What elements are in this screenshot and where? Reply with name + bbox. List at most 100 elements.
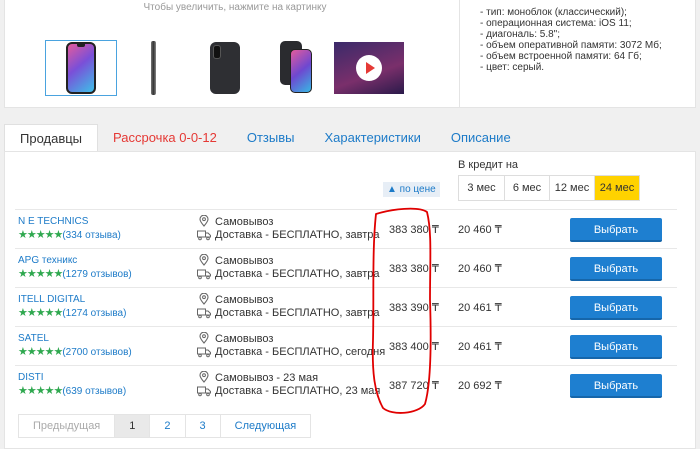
play-icon xyxy=(356,55,382,81)
price: 383 400 ₸ xyxy=(389,341,439,353)
tab-sellers[interactable]: Продавцы xyxy=(4,124,99,152)
seller-row: ITELL DIGITAL ★★★★★(1274 отзыва) Самовыв… xyxy=(15,287,677,326)
seller-rating[interactable]: ★★★★★(1274 отзыва) xyxy=(18,306,126,319)
pickup-info: Самовывоз xyxy=(215,294,274,306)
phone-front-image xyxy=(66,42,96,94)
video-thumbnail xyxy=(334,42,404,94)
price: 383 380 ₸ xyxy=(389,224,439,236)
pickup-info: Самовывоз xyxy=(215,255,274,267)
reviews-link[interactable]: (334 отзыва) xyxy=(62,230,121,241)
phone-pair-image xyxy=(280,41,314,95)
delivery-truck-icon xyxy=(197,230,211,241)
pickup-info: Самовывоз xyxy=(215,333,274,345)
location-pin-icon xyxy=(199,332,209,344)
pagination: Предыдущая 1 2 3 Следующая xyxy=(18,414,312,438)
rating-stars-icon: ★★★★★ xyxy=(18,346,63,358)
delivery-info: Доставка - БЕСПЛАТНО, завтра xyxy=(215,268,380,280)
seller-row: DISTI ★★★★★(639 отзывов) Самовывоз - 23 … xyxy=(15,365,677,404)
tab-specifications[interactable]: Характеристики xyxy=(309,124,435,152)
seller-name-link[interactable]: DISTI xyxy=(18,372,44,383)
location-pin-icon xyxy=(199,215,209,227)
tab-reviews[interactable]: Отзывы xyxy=(232,124,310,152)
thumbnail-pair[interactable] xyxy=(261,40,333,96)
reviews-link[interactable]: (2700 отзывов) xyxy=(62,347,131,358)
credit-term-selector: 3 мес 6 мес 12 мес 24 мес xyxy=(458,175,640,201)
delivery-truck-icon xyxy=(197,308,211,319)
seller-rating[interactable]: ★★★★★(1279 отзывов) xyxy=(18,267,132,280)
tab-installment[interactable]: Рассрочка 0-0-12 xyxy=(98,124,232,152)
phone-back-image xyxy=(210,42,240,94)
price: 383 390 ₸ xyxy=(389,302,439,314)
spec-item: - объем встроенной памяти: 64 Гб; xyxy=(480,51,642,62)
credit-payment: 20 461 ₸ xyxy=(458,341,502,353)
location-pin-icon xyxy=(199,254,209,266)
rating-stars-icon: ★★★★★ xyxy=(18,385,63,397)
product-tabs: Продавцы Рассрочка 0-0-12 Отзывы Характе… xyxy=(4,124,696,152)
select-button[interactable]: Выбрать xyxy=(570,335,662,359)
spec-item: - цвет: серый. xyxy=(480,62,545,73)
delivery-truck-icon xyxy=(197,347,211,358)
credit-term-6[interactable]: 6 мес xyxy=(504,176,549,200)
rating-stars-icon: ★★★★★ xyxy=(18,229,63,241)
credit-payment: 20 692 ₸ xyxy=(458,380,502,392)
thumbnail-video[interactable] xyxy=(333,40,405,96)
seller-row: SATEL ★★★★★(2700 отзывов) Самовывоз Дост… xyxy=(15,326,677,365)
credit-term-24[interactable]: 24 мес xyxy=(594,176,639,200)
sort-by-price[interactable]: ▲ по цене xyxy=(383,182,440,197)
thumbnail-front[interactable] xyxy=(45,40,117,96)
seller-name-link[interactable]: APG техникс xyxy=(18,255,77,266)
credit-term-12[interactable]: 12 мес xyxy=(549,176,594,200)
price: 383 380 ₸ xyxy=(389,263,439,275)
select-button[interactable]: Выбрать xyxy=(570,374,662,398)
thumbnail-back[interactable] xyxy=(189,40,261,96)
seller-row: APG техникс ★★★★★(1279 отзывов) Самовыво… xyxy=(15,248,677,287)
spec-item: - тип: моноблок (классический); xyxy=(480,7,627,18)
spec-item: - объем оперативной памяти: 3072 Мб; xyxy=(480,40,662,51)
spec-item: - диагональ: 5.8"; xyxy=(480,29,560,40)
credit-payment: 20 460 ₸ xyxy=(458,263,502,275)
tab-description[interactable]: Описание xyxy=(436,124,526,152)
next-page-button[interactable]: Следующая xyxy=(219,415,311,437)
product-gallery-card: Чтобы увеличить, нажмите на картинку - т… xyxy=(4,0,696,108)
select-button[interactable]: Выбрать xyxy=(570,218,662,242)
location-pin-icon xyxy=(199,293,209,305)
zoom-hint: Чтобы увеличить, нажмите на картинку xyxy=(143,2,327,13)
pickup-info: Самовывоз - 23 мая xyxy=(215,372,319,384)
prev-page-button[interactable]: Предыдущая xyxy=(19,415,115,437)
page-2-button[interactable]: 2 xyxy=(149,415,185,437)
thumbnail-side[interactable] xyxy=(117,40,189,96)
credit-payment: 20 461 ₸ xyxy=(458,302,502,314)
delivery-info: Доставка - БЕСПЛАТНО, 23 мая xyxy=(215,385,381,397)
seller-row: N E TECHNICS ★★★★★(334 отзыва) Самовывоз… xyxy=(15,209,677,248)
credit-term-3[interactable]: 3 мес xyxy=(459,176,504,200)
delivery-info: Доставка - БЕСПЛАТНО, сегодня xyxy=(215,346,386,358)
seller-name-link[interactable]: N E TECHNICS xyxy=(18,216,88,227)
delivery-info: Доставка - БЕСПЛАТНО, завтра xyxy=(215,229,380,241)
seller-name-link[interactable]: ITELL DIGITAL xyxy=(18,294,85,305)
thumbnail-strip xyxy=(45,40,405,96)
page-1-button[interactable]: 1 xyxy=(114,415,150,437)
delivery-truck-icon xyxy=(197,386,211,397)
page-3-button[interactable]: 3 xyxy=(184,415,220,437)
divider xyxy=(459,0,460,108)
reviews-link[interactable]: (1274 отзыва) xyxy=(62,308,126,319)
reviews-link[interactable]: (1279 отзывов) xyxy=(62,269,131,280)
delivery-info: Доставка - БЕСПЛАТНО, завтра xyxy=(215,307,380,319)
select-button[interactable]: Выбрать xyxy=(570,296,662,320)
sellers-panel: В кредит на 3 мес 6 мес 12 мес 24 мес ▲ … xyxy=(4,151,696,449)
credit-label: В кредит на xyxy=(458,159,519,171)
seller-name-link[interactable]: SATEL xyxy=(18,333,49,344)
location-pin-icon xyxy=(199,371,209,383)
reviews-link[interactable]: (639 отзывов) xyxy=(62,386,126,397)
seller-rating[interactable]: ★★★★★(639 отзывов) xyxy=(18,384,126,397)
credit-payment: 20 460 ₸ xyxy=(458,224,502,236)
seller-rating[interactable]: ★★★★★(334 отзыва) xyxy=(18,228,121,241)
spec-item: - операционная система: iOS 11; xyxy=(480,18,632,29)
rating-stars-icon: ★★★★★ xyxy=(18,268,63,280)
seller-list: N E TECHNICS ★★★★★(334 отзыва) Самовывоз… xyxy=(15,209,677,404)
phone-side-image xyxy=(150,41,156,95)
seller-rating[interactable]: ★★★★★(2700 отзывов) xyxy=(18,345,132,358)
delivery-truck-icon xyxy=(197,269,211,280)
select-button[interactable]: Выбрать xyxy=(570,257,662,281)
spec-list: - тип: моноблок (классический); - операц… xyxy=(480,7,680,73)
